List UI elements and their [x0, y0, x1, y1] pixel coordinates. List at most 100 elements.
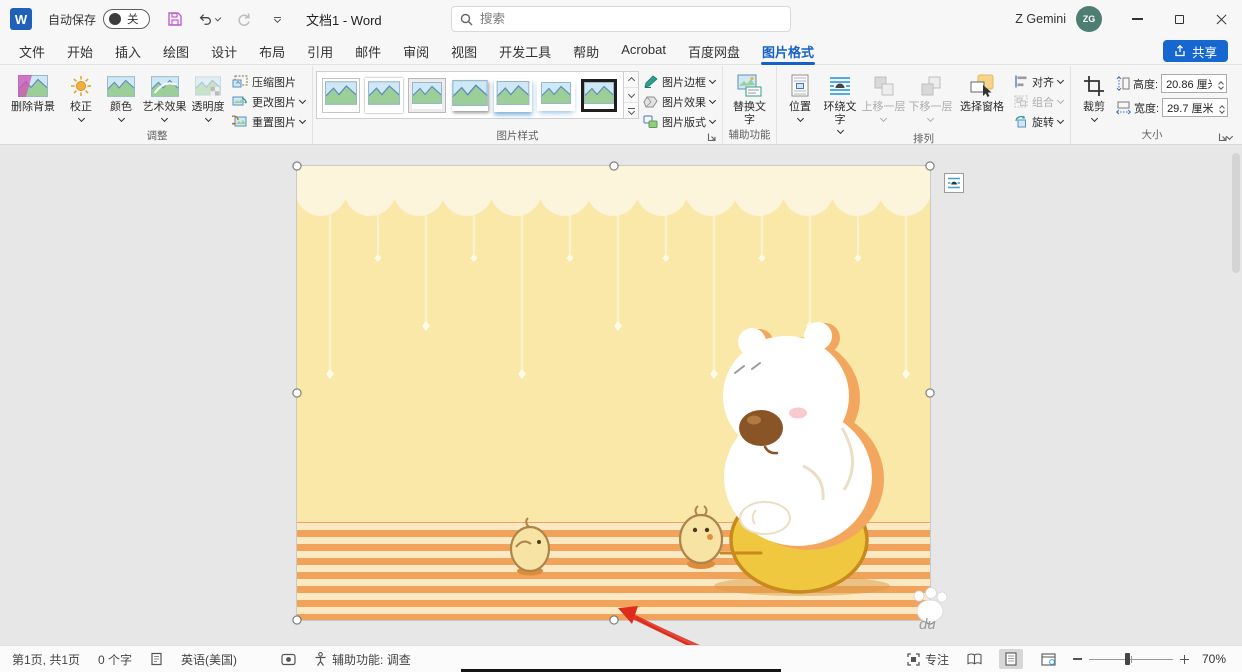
resize-handle-middle-right[interactable] — [926, 389, 935, 398]
tab-picture-format[interactable]: 图片格式 — [751, 38, 825, 65]
tab-file[interactable]: 文件 — [8, 38, 56, 65]
zoom-out-button[interactable] — [1073, 658, 1082, 659]
height-input[interactable] — [1166, 78, 1212, 90]
tab-draw[interactable]: 绘图 — [152, 38, 200, 65]
style-thumb-6[interactable] — [536, 76, 576, 114]
close-icon — [1215, 13, 1228, 26]
change-picture-button[interactable]: 更改图片 — [232, 93, 305, 110]
autosave-toggle[interactable]: 关 — [103, 9, 150, 29]
selected-picture[interactable] — [297, 166, 930, 620]
undo-button[interactable] — [198, 7, 220, 31]
avatar[interactable]: ZG — [1076, 6, 1102, 32]
search-icon — [460, 13, 473, 26]
alt-text-button[interactable]: 替换文字 — [726, 66, 773, 126]
transparency-button[interactable]: 透明度 — [188, 66, 228, 121]
selection-pane-button[interactable]: 选择窗格 — [954, 66, 1010, 114]
resize-handle-bottom-right[interactable] — [926, 616, 935, 625]
minimize-button[interactable] — [1116, 0, 1158, 38]
search-box[interactable] — [451, 6, 791, 32]
color-button[interactable]: 颜色 — [101, 66, 141, 121]
tab-home[interactable]: 开始 — [56, 38, 104, 65]
transparency-icon — [195, 71, 221, 101]
wrap-text-button[interactable]: 环绕文字 — [820, 66, 860, 133]
gallery-scroll-up[interactable] — [624, 72, 638, 88]
corrections-sun-icon — [70, 71, 92, 101]
minimize-icon — [1132, 18, 1143, 19]
save-icon[interactable] — [164, 7, 186, 31]
tab-baidu-netdisk[interactable]: 百度网盘 — [677, 38, 751, 65]
share-icon — [1174, 45, 1186, 57]
read-mode-button[interactable] — [962, 649, 986, 669]
document-area: du — [0, 145, 1242, 645]
language-status[interactable]: 英语(美国) — [181, 651, 237, 668]
tab-mailings[interactable]: 邮件 — [344, 38, 392, 65]
style-thumb-1[interactable] — [321, 76, 361, 114]
layout-options-button[interactable] — [944, 173, 964, 193]
picture-effects-button[interactable]: 图片效果 — [643, 93, 715, 110]
resize-handle-top-left[interactable] — [293, 162, 302, 171]
restore-button[interactable] — [1158, 0, 1200, 38]
style-thumb-5[interactable] — [493, 76, 533, 114]
style-thumb-2[interactable] — [364, 76, 404, 114]
tab-references[interactable]: 引用 — [296, 38, 344, 65]
resize-handle-middle-left[interactable] — [293, 389, 302, 398]
customize-quick-access-icon[interactable] — [266, 7, 288, 31]
tab-review[interactable]: 审阅 — [392, 38, 440, 65]
toggle-knob-icon — [109, 13, 121, 25]
tab-acrobat[interactable]: Acrobat — [610, 38, 677, 61]
group-objects-icon — [1014, 95, 1028, 108]
resize-handle-top-right[interactable] — [926, 162, 935, 171]
tab-view[interactable]: 视图 — [440, 38, 488, 65]
corrections-button[interactable]: 校正 — [61, 66, 101, 121]
tab-help[interactable]: 帮助 — [562, 38, 610, 65]
reset-picture-button[interactable]: 重置图片 — [232, 113, 305, 130]
vertical-scrollbar-thumb[interactable] — [1232, 153, 1240, 273]
crop-button[interactable]: 裁剪 — [1074, 66, 1114, 121]
position-button[interactable]: 位置 — [780, 66, 820, 121]
tab-design[interactable]: 设计 — [200, 38, 248, 65]
page-indicator[interactable]: 第1页, 共1页 — [12, 651, 80, 668]
web-layout-button[interactable] — [1036, 649, 1060, 669]
zoom-slider-thumb[interactable] — [1125, 653, 1130, 665]
status-bar: 第1页, 共1页 0 个字 英语(美国) 辅助功能: 调查 专注 — [0, 645, 1242, 672]
group-arrange: 位置 环绕文字 上移一层 下移一层 — [776, 66, 1070, 144]
picture-layout-button[interactable]: 图片版式 — [643, 113, 715, 130]
selection-pane-icon — [969, 71, 995, 101]
tab-layout[interactable]: 布局 — [248, 38, 296, 65]
compress-pictures-button[interactable]: 压缩图片 — [232, 73, 305, 90]
resize-handle-bottom-left[interactable] — [293, 616, 302, 625]
resize-handle-top-center[interactable] — [609, 162, 618, 171]
proofing-status[interactable] — [150, 652, 163, 666]
gallery-scroll-down[interactable] — [624, 88, 638, 104]
search-input[interactable] — [480, 12, 782, 26]
align-button[interactable]: 对齐 — [1014, 73, 1063, 90]
style-thumb-7[interactable] — [579, 76, 619, 114]
restore-icon — [1175, 15, 1184, 24]
style-thumb-4[interactable] — [450, 76, 490, 114]
word-count[interactable]: 0 个字 — [98, 651, 132, 668]
macro-recording-button[interactable] — [281, 653, 296, 666]
user-name[interactable]: Z Gemini — [1015, 12, 1066, 26]
rotate-button[interactable]: 旋转 — [1014, 113, 1063, 130]
resize-handle-bottom-center[interactable] — [609, 616, 618, 625]
zoom-slider[interactable] — [1089, 653, 1173, 665]
tab-insert[interactable]: 插入 — [104, 38, 152, 65]
accessibility-checker[interactable]: 辅助功能: 调查 — [314, 651, 411, 668]
share-button[interactable]: 共享 — [1163, 40, 1228, 62]
zoom-in-button[interactable] — [1180, 655, 1189, 664]
close-button[interactable] — [1200, 0, 1242, 38]
remove-background-button[interactable]: 删除背景 — [5, 66, 61, 114]
style-thumb-3[interactable] — [407, 76, 447, 114]
align-icon — [1014, 75, 1028, 88]
compress-pictures-icon — [232, 75, 248, 88]
gallery-more-button[interactable] — [624, 103, 638, 118]
zoom-level[interactable]: 70% — [1202, 652, 1230, 666]
focus-mode-button[interactable]: 专注 — [907, 651, 949, 668]
document-page[interactable] — [297, 166, 930, 620]
tab-developer[interactable]: 开发工具 — [488, 38, 562, 65]
width-input[interactable] — [1167, 102, 1213, 114]
print-layout-button[interactable] — [999, 649, 1023, 669]
picture-border-button[interactable]: 图片边框 — [643, 73, 715, 90]
artistic-effects-button[interactable]: 艺术效果 — [141, 66, 188, 121]
picture-styles-dialog-launcher[interactable] — [707, 132, 717, 142]
